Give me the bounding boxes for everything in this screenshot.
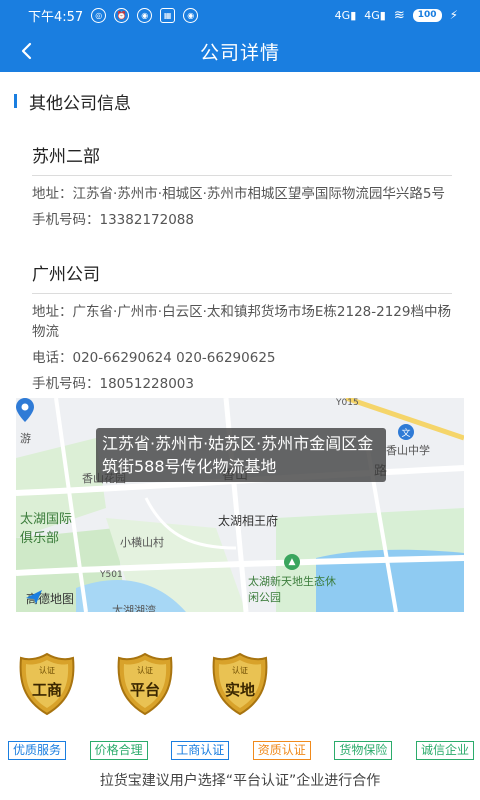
company-tags: 优质服务 价格合理 工商认证 资质认证 货物保险 诚信企业 xyxy=(8,741,474,761)
status-bar: 下午4:57 ◎ ⏰ ◉ ▦ ◉ 4G▮ 4G▮ ≋ 100 ⚡ xyxy=(0,0,480,30)
map-label: 太湖新天地生态休闲公园 xyxy=(248,575,336,604)
school-icon: 文 xyxy=(398,424,414,440)
tag-credible-enterprise: 诚信企业 xyxy=(415,741,474,760)
badge-main-label: 实地 xyxy=(224,681,255,699)
badge-top-label: 认证 xyxy=(232,666,248,675)
map-address-tooltip: 江苏省·苏州市·姑苏区·苏州市金阊区金筑街588号传化物流基地 xyxy=(96,428,386,482)
park-icon: ▲ xyxy=(284,554,300,570)
app-header: 下午4:57 ◎ ⏰ ◉ ▦ ◉ 4G▮ 4G▮ ≋ 100 ⚡ 公司详情 xyxy=(0,0,480,72)
signal-icon-2: 4G▮ xyxy=(364,8,386,22)
company-card-suzhou: 苏州二部 地址：江苏省·苏州市·相城区·苏州市相城区望亭国际物流园华兴路5号 手… xyxy=(32,142,452,230)
map-label: 太湖湖湾 xyxy=(112,604,156,612)
map-label: Y015 xyxy=(336,398,359,408)
location-map[interactable]: 山 游 Y015 文 香山中学 香山花园 香山 路 太湖相王府 太湖国际俱乐部 … xyxy=(16,398,464,612)
signal-label-1: 4G xyxy=(334,8,351,22)
company-name: 苏州二部 xyxy=(32,142,452,176)
chevron-left-icon xyxy=(21,42,32,60)
tag-business-cert: 工商认证 xyxy=(171,741,230,760)
tag-quality-service: 优质服务 xyxy=(8,741,67,760)
map-label: 小横山村 xyxy=(120,536,164,549)
tag-qualification-cert: 资质认证 xyxy=(252,741,311,760)
battery-icon: 100 xyxy=(412,8,442,22)
map-label: 太湖国际俱乐部 xyxy=(20,512,73,546)
company-name: 广州公司 xyxy=(32,260,452,294)
company-address: 地址：江苏省·苏州市·相城区·苏州市相城区望亭国际物流园华兴路5号 xyxy=(32,186,445,202)
nav-bar: 公司详情 xyxy=(0,30,480,72)
badge-top-label: 认证 xyxy=(137,666,153,675)
badge-business-cert: 认证 工商 xyxy=(15,652,79,716)
signal-icon-1: 4G▮ xyxy=(334,8,357,22)
company-mobile[interactable]: 手机号码：13382172088 xyxy=(32,210,452,230)
tag-reasonable-price: 价格合理 xyxy=(89,741,148,760)
page-title: 公司详情 xyxy=(199,41,280,64)
company-mobile[interactable]: 手机号码：18051228003 xyxy=(32,374,452,394)
notification-icon: ◎ xyxy=(91,7,107,23)
badge-onsite-cert: 认证 实地 xyxy=(208,652,272,716)
company-phone[interactable]: 电话：020-66290624 020-66290625 xyxy=(32,348,452,368)
wifi-icon: ≋ xyxy=(393,7,405,23)
company-card-guangzhou: 广州公司 地址：广东省·广州市·白云区·太和镇邦货场市场E栋2128-2129档… xyxy=(32,260,452,394)
badge-main-label: 工商 xyxy=(31,681,62,699)
map-label: 太湖相王府 xyxy=(218,514,279,528)
footer-note: 拉货宝建议用户选择“平台认证”企业进行合作 xyxy=(99,773,381,789)
status-time: 下午4:57 xyxy=(28,9,84,25)
alarm-icon: ⏰ xyxy=(114,7,130,23)
charging-icon: ⚡ xyxy=(449,8,458,22)
company-address: 地址：广东省·广州市·白云区·太和镇邦货场市场E栋2128-2129档中杨物流 xyxy=(32,304,451,340)
map-label: Y501 xyxy=(100,570,123,580)
location-pin-icon xyxy=(16,398,34,422)
signal-label-2: 4G xyxy=(364,8,380,22)
section-title-text: 其他公司信息 xyxy=(29,93,131,114)
amap-logo-icon xyxy=(26,590,42,604)
badge-platform-cert: 认证 平台 xyxy=(113,652,177,716)
map-label: 文 xyxy=(401,428,411,439)
section-title: 其他公司信息 xyxy=(14,90,131,114)
tag-cargo-insurance: 货物保险 xyxy=(334,741,393,760)
map-label: 游 xyxy=(20,432,31,445)
app-icon: ◉ xyxy=(137,7,153,23)
badge-main-label: 平台 xyxy=(129,681,160,699)
back-button[interactable] xyxy=(10,35,42,67)
map-label: 香山中学 xyxy=(386,444,430,457)
map-provider-logo: 高德地图 xyxy=(26,590,74,607)
app2-icon: ◉ xyxy=(183,7,199,23)
certification-badges: 认证 工商 认证 平台 认证 实地 xyxy=(0,652,480,718)
badge-top-label: 认证 xyxy=(39,666,55,675)
calendar-icon: ▦ xyxy=(160,7,176,23)
